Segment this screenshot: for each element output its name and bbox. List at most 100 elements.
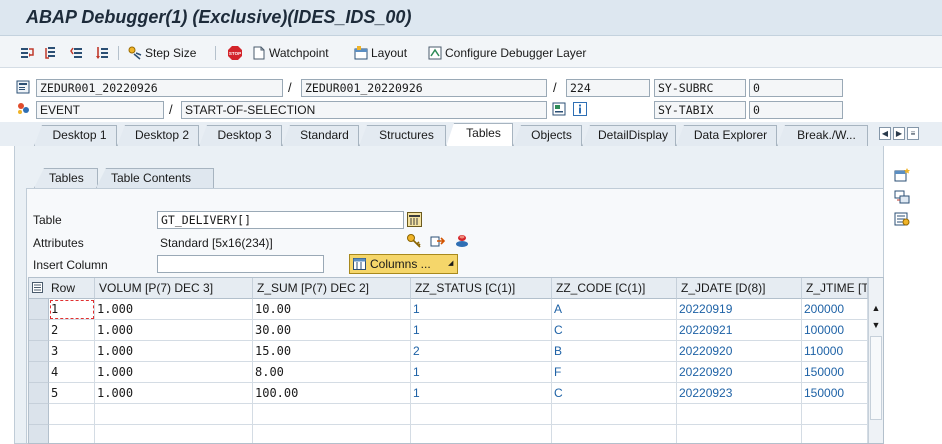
insert-column-input[interactable] <box>157 255 324 273</box>
tab-structures[interactable]: Structures <box>359 125 446 146</box>
z-jtime-cell[interactable]: 100000 <box>802 320 868 341</box>
z-sum-cell[interactable]: 15.00 <box>253 341 411 362</box>
zz-status-cell[interactable] <box>411 404 552 425</box>
tab-desktop-1[interactable]: Desktop 1 <box>34 125 117 146</box>
zz-code-cell[interactable]: C <box>552 383 677 404</box>
row-selector[interactable] <box>29 320 49 341</box>
z-jdate-cell[interactable]: 20220921 <box>677 320 802 341</box>
tab-scroll-right-icon[interactable]: ▶ <box>893 127 905 140</box>
row-selector[interactable] <box>29 425 49 443</box>
column-header-volum[interactable]: VOLUM [P(7) DEC 3] <box>95 278 253 299</box>
row-selector[interactable] <box>29 341 49 362</box>
select-all-icon[interactable] <box>32 282 45 294</box>
source-icon[interactable] <box>552 102 566 116</box>
step-into-icon[interactable] <box>20 44 34 62</box>
row-number[interactable] <box>49 404 95 425</box>
z-jtime-cell[interactable] <box>802 404 868 425</box>
z-jdate-cell[interactable]: 20220920 <box>677 362 802 383</box>
z-sum-cell[interactable]: 10.00 <box>253 299 411 320</box>
volum-cell[interactable] <box>95 425 253 443</box>
watchpoint-button[interactable]: Watchpoint <box>252 44 329 62</box>
scroll-down-icon[interactable]: ▼ <box>870 319 882 331</box>
tab-objects[interactable]: Objects <box>513 125 582 146</box>
row-number[interactable]: 2 <box>49 320 95 341</box>
z-jdate-cell[interactable] <box>677 425 802 443</box>
zz-code-cell[interactable]: C <box>552 320 677 341</box>
tool-settings-icon[interactable] <box>894 212 910 226</box>
subtab-table-contents[interactable]: Table Contents <box>96 168 214 188</box>
tab-breakpoints[interactable]: Break./W... <box>777 125 868 146</box>
z-jdate-cell[interactable]: 20220919 <box>677 299 802 320</box>
volum-cell[interactable]: 1.000 <box>95 362 253 383</box>
zz-status-cell[interactable]: 1 <box>411 362 552 383</box>
column-header-z-sum[interactable]: Z_SUM [P(7) DEC 2] <box>253 278 411 299</box>
z-sum-cell[interactable]: 100.00 <box>253 383 411 404</box>
zz-status-cell[interactable]: 1 <box>411 299 552 320</box>
tab-list-icon[interactable]: ≡ <box>907 127 919 140</box>
line-field[interactable]: 224 <box>566 79 650 97</box>
stop-button[interactable]: STOP <box>228 44 245 62</box>
row-number[interactable]: 3 <box>49 341 95 362</box>
z-jtime-cell[interactable]: 150000 <box>802 362 868 383</box>
zz-status-cell[interactable] <box>411 425 552 443</box>
key-icon[interactable] <box>406 233 422 249</box>
layout-button[interactable]: Layout <box>354 44 407 62</box>
row-number[interactable] <box>49 425 95 443</box>
zz-code-cell[interactable] <box>552 425 677 443</box>
scroll-thumb[interactable] <box>870 336 882 420</box>
new-tool-icon[interactable] <box>894 168 910 182</box>
tab-scroll-left-icon[interactable]: ◀ <box>879 127 891 140</box>
columns-button[interactable]: Columns ... ◢ <box>349 254 458 274</box>
zz-code-cell[interactable] <box>552 404 677 425</box>
tab-desktop-2[interactable]: Desktop 2 <box>117 125 199 146</box>
return-icon[interactable] <box>70 44 84 62</box>
volum-cell[interactable]: 1.000 <box>95 341 253 362</box>
step-size-button[interactable]: Step Size <box>128 44 196 62</box>
zz-code-cell[interactable]: A <box>552 299 677 320</box>
z-jtime-cell[interactable]: 200000 <box>802 299 868 320</box>
focused-cell[interactable]: 1 <box>49 299 95 320</box>
table-name-input[interactable]: GT_DELIVERY[] <box>157 211 404 229</box>
volum-cell[interactable] <box>95 404 253 425</box>
z-jdate-cell[interactable]: 20220923 <box>677 383 802 404</box>
tab-desktop-3[interactable]: Desktop 3 <box>199 125 282 146</box>
tab-data-explorer[interactable]: Data Explorer <box>676 125 777 146</box>
column-header-zz-status[interactable]: ZZ_STATUS [C(1)] <box>411 278 552 299</box>
execute-icon[interactable] <box>45 44 59 62</box>
configure-debugger-layer-button[interactable]: Configure Debugger Layer <box>428 44 586 62</box>
row-selector[interactable] <box>29 383 49 404</box>
z-jtime-cell[interactable]: 150000 <box>802 383 868 404</box>
event-type-field[interactable]: EVENT <box>36 101 164 119</box>
row-selector[interactable] <box>29 299 49 320</box>
volum-cell[interactable]: 1.000 <box>95 383 253 404</box>
zz-status-cell[interactable]: 2 <box>411 341 552 362</box>
z-sum-cell[interactable] <box>253 404 411 425</box>
tab-standard[interactable]: Standard <box>282 125 359 146</box>
volum-cell[interactable]: 1.000 <box>95 320 253 341</box>
z-jdate-cell[interactable] <box>677 404 802 425</box>
tab-detail-display[interactable]: DetailDisplay <box>582 125 676 146</box>
replace-tool-icon[interactable] <box>894 190 910 204</box>
zz-status-cell[interactable]: 1 <box>411 383 552 404</box>
tab-tables[interactable]: Tables <box>446 123 513 147</box>
include-field[interactable]: ZEDUR001_20220926 <box>301 79 547 97</box>
scroll-up-icon[interactable]: ▲ <box>870 302 882 314</box>
z-sum-cell[interactable] <box>253 425 411 443</box>
row-selector[interactable] <box>29 362 49 383</box>
z-sum-cell[interactable]: 8.00 <box>253 362 411 383</box>
event-name-field[interactable]: START-OF-SELECTION <box>181 101 547 119</box>
export-icon[interactable] <box>430 233 446 249</box>
z-sum-cell[interactable]: 30.00 <box>253 320 411 341</box>
z-jdate-cell[interactable]: 20220920 <box>677 341 802 362</box>
subtab-tables[interactable]: Tables <box>34 168 98 188</box>
column-header-z-jdate[interactable]: Z_JDATE [D(8)] <box>677 278 802 299</box>
row-number[interactable]: 4 <box>49 362 95 383</box>
z-jtime-cell[interactable]: 110000 <box>802 341 868 362</box>
database-icon[interactable] <box>454 233 470 249</box>
row-selector[interactable] <box>29 404 49 425</box>
zz-code-cell[interactable]: B <box>552 341 677 362</box>
program-field[interactable]: ZEDUR001_20220926 <box>36 79 283 97</box>
zz-code-cell[interactable]: F <box>552 362 677 383</box>
column-header-z-jtime[interactable]: Z_JTIME [T <box>802 278 868 299</box>
volum-cell[interactable]: 1.000 <box>95 299 253 320</box>
